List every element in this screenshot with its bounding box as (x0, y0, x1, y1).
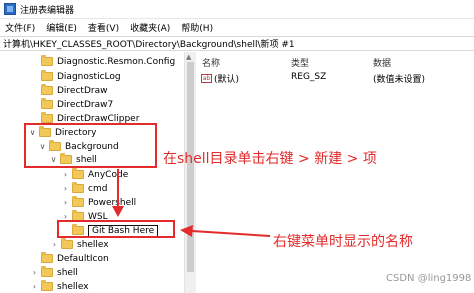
tree-item-label: Powershell (88, 197, 137, 208)
tree-item[interactable]: › shellex (50, 238, 109, 251)
scroll-up-arrow-icon[interactable]: ▲ (186, 53, 191, 61)
chevron-right-icon[interactable]: › (61, 184, 70, 193)
value-type: REG_SZ (291, 72, 327, 82)
menu-favorites[interactable]: 收藏夹(A) (125, 21, 176, 34)
highlight-box-rename (57, 220, 175, 238)
tree-item-label: DefaultIcon (57, 253, 109, 264)
chevron-right-icon[interactable]: › (61, 198, 70, 207)
folder-icon (72, 196, 84, 207)
chevron-right-icon[interactable]: › (50, 240, 59, 249)
menu-bar: 文件(F) 编辑(E) 查看(V) 收藏夹(A) 帮助(H) (0, 20, 474, 35)
chevron-right-icon[interactable]: › (61, 170, 70, 179)
chevron-right-icon[interactable]: › (30, 282, 39, 291)
tree-item[interactable]: DiagnosticLog (30, 70, 121, 83)
tree-item[interactable]: DefaultIcon (30, 252, 109, 265)
menu-help[interactable]: 帮助(H) (176, 21, 219, 34)
menu-file[interactable]: 文件(F) (0, 21, 41, 34)
value-name: (默认) (214, 75, 240, 85)
folder-icon (72, 182, 84, 193)
tree-item-label: DiagnosticLog (57, 71, 121, 82)
tree-item-label: DirectDrawClipper (57, 113, 140, 124)
folder-icon (41, 55, 53, 66)
chevron-right-icon[interactable]: › (30, 268, 39, 277)
tree-item-label: DirectDraw (57, 85, 108, 96)
title-bar: 注册表编辑器 (0, 0, 474, 19)
column-header-name[interactable]: 名称 (202, 56, 220, 69)
value-name-cell[interactable]: ab (默认) (201, 72, 239, 85)
tree-item-label: shellex (57, 281, 89, 292)
tree-item[interactable]: Diagnostic.Resmon.Config (30, 55, 175, 68)
tree-item[interactable]: › cmd (61, 182, 107, 195)
values-list: 名称 类型 数据 ab (默认) REG_SZ (数值未设置) (197, 52, 474, 293)
folder-icon (41, 98, 53, 109)
value-data: (数值未设置) (373, 75, 426, 85)
highlight-box-directory (24, 123, 157, 168)
menu-edit[interactable]: 编辑(E) (41, 21, 83, 34)
tree-item-label: cmd (88, 183, 108, 194)
annotation-instruction: 在shell目录单击右键 > 新建 > 项 (163, 151, 377, 167)
folder-icon (41, 266, 53, 277)
folder-icon (41, 252, 53, 263)
tree-item[interactable]: › AnyCode (61, 168, 128, 181)
folder-icon (41, 70, 53, 81)
folder-icon (61, 238, 73, 249)
watermark: CSDN @ling1998 (386, 273, 472, 284)
string-value-icon: ab (201, 74, 212, 83)
tree-item[interactable]: › Powershell (61, 196, 136, 209)
window-title: 注册表编辑器 (20, 5, 75, 16)
tree-item-label: DirectDraw7 (57, 99, 114, 110)
tree-item-label: shell (57, 267, 78, 278)
address-path: 计算机\HKEY_CLASSES_ROOT\Directory\Backgrou… (3, 40, 295, 50)
address-bar[interactable]: 计算机\HKEY_CLASSES_ROOT\Directory\Backgrou… (0, 36, 474, 51)
tree-item-label: Diagnostic.Resmon.Config (57, 56, 176, 67)
tree-item-label: shellex (77, 239, 109, 250)
column-header-type[interactable]: 类型 (291, 56, 309, 69)
tree-item[interactable]: DirectDraw (30, 84, 107, 97)
registry-tree: Diagnostic.Resmon.Config DiagnosticLog D… (0, 52, 183, 293)
folder-icon (41, 84, 53, 95)
tree-item-label: AnyCode (88, 169, 129, 180)
tree-item[interactable]: › shellex (30, 280, 89, 293)
regedit-app-icon (4, 3, 16, 15)
tree-item[interactable]: DirectDraw7 (30, 98, 113, 111)
menu-view[interactable]: 查看(V) (83, 21, 125, 34)
folder-icon (41, 280, 53, 291)
folder-icon (72, 168, 84, 179)
folder-icon (41, 112, 53, 123)
tree-item[interactable]: › shell (30, 266, 78, 279)
annotation-rename-note: 右键菜单时显示的名称 (273, 234, 413, 250)
column-header-data[interactable]: 数据 (373, 56, 391, 69)
